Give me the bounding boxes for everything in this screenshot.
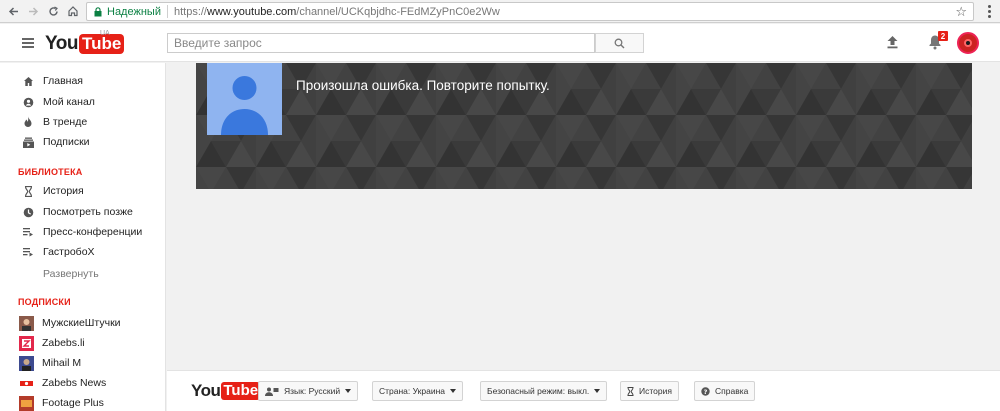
- hourglass-icon: [21, 184, 35, 198]
- search-input[interactable]: Введите запрос: [167, 33, 595, 53]
- region-label: UA: [100, 30, 110, 37]
- sidebar-item-subscription[interactable]: Zabebs News: [0, 373, 166, 393]
- svg-text:?: ?: [704, 388, 708, 396]
- account-avatar[interactable]: [957, 32, 979, 54]
- language-picker-button[interactable]: Язык: Русский: [258, 381, 359, 401]
- default-avatar-icon: [221, 76, 268, 135]
- bookmark-star-icon[interactable]: ☆: [955, 4, 967, 20]
- help-icon: ?: [701, 386, 710, 396]
- search-button[interactable]: [595, 33, 644, 53]
- sidebar-item-subscription[interactable]: Zabebs.li: [0, 333, 166, 353]
- clock-icon: [21, 205, 35, 219]
- chevron-down-icon: [450, 389, 456, 393]
- safety-mode-button[interactable]: Безопасный режим: выкл.: [480, 381, 608, 401]
- channel-avatar: [19, 335, 34, 351]
- sidebar-item-subscription[interactable]: МужскиеШтучки: [0, 313, 166, 333]
- notification-badge: 2: [938, 31, 948, 41]
- home-button[interactable]: [63, 1, 83, 21]
- reload-icon: [48, 5, 58, 16]
- yt-masthead: You Tube UA Введите запрос 2: [0, 24, 1000, 62]
- upload-button[interactable]: [886, 35, 899, 52]
- channel-avatar: [19, 395, 34, 411]
- house-icon: [68, 6, 78, 17]
- channel-avatar-placeholder: [207, 63, 282, 135]
- url-text[interactable]: https://www.youtube.com/channel/UCKqbjdh…: [174, 6, 500, 18]
- guide-menu-icon[interactable]: [22, 38, 34, 48]
- browser-toolbar: Надежный https://www.youtube.com/channel…: [0, 0, 1000, 23]
- language-icon: [265, 387, 279, 396]
- sidebar-item-trending[interactable]: В тренде: [0, 112, 166, 132]
- sidebar-item-subscription[interactable]: Mihail M: [0, 353, 166, 373]
- playlist-icon: [21, 245, 35, 259]
- footer-youtube-logo[interactable]: You Tube: [191, 381, 261, 401]
- sidebar-item-playlist-gastro[interactable]: ГастробоХ: [0, 242, 166, 262]
- chevron-down-icon: [594, 389, 601, 393]
- country-picker-button[interactable]: Страна: Украина: [372, 381, 463, 401]
- arrow-right-icon: [28, 6, 38, 16]
- chevron-down-icon: [345, 389, 352, 393]
- help-button[interactable]: ? Справка: [694, 381, 756, 401]
- sidebar-item-subscription[interactable]: Footage Plus: [0, 393, 166, 411]
- sidebar-item-watch-later[interactable]: Посмотреть позже: [0, 202, 166, 222]
- address-bar[interactable]: Надежный https://www.youtube.com/channel…: [86, 2, 974, 21]
- channel-avatar: [19, 315, 34, 331]
- lock-icon: [91, 6, 105, 17]
- subscriptions-section-title: ПОДПИСКИ: [18, 297, 71, 307]
- forward-button[interactable]: [23, 1, 43, 21]
- error-message: Произошла ошибка. Повторите попытку.: [296, 78, 550, 93]
- youtube-logo[interactable]: You Tube UA: [45, 30, 125, 55]
- sidebar-item-home[interactable]: Главная: [0, 71, 166, 91]
- back-button[interactable]: [3, 1, 23, 21]
- home-icon: [21, 74, 35, 88]
- channel-avatar: [19, 375, 34, 391]
- arrow-left-icon: [8, 6, 18, 16]
- guide-sidebar: Главная Мой канал В тренде Подписки БИБЛ…: [0, 63, 166, 411]
- sidebar-item-history[interactable]: История: [0, 181, 166, 201]
- channel-avatar: [19, 355, 34, 371]
- divider: [166, 5, 168, 18]
- sidebar-item-my-channel[interactable]: Мой канал: [0, 92, 166, 112]
- reload-button[interactable]: [43, 1, 63, 21]
- subscriptions-icon: [21, 135, 35, 149]
- person-icon: [21, 95, 35, 109]
- search-icon: [614, 38, 625, 48]
- secure-label: Надежный: [107, 5, 161, 18]
- hourglass-icon: [627, 386, 634, 396]
- browser-menu-icon[interactable]: [982, 2, 996, 21]
- upload-icon: [887, 36, 898, 49]
- page-footer: You Tube Язык: Русский Страна: Украина Бе…: [167, 370, 1000, 411]
- library-section-title: БИБЛИОТЕКА: [18, 167, 83, 177]
- playlist-icon: [21, 225, 35, 239]
- history-button[interactable]: История: [620, 381, 679, 401]
- sidebar-item-playlist-press[interactable]: Пресс-конференции: [0, 222, 166, 242]
- flame-icon: [21, 115, 35, 129]
- sidebar-item-subscriptions[interactable]: Подписки: [0, 132, 166, 152]
- expand-link[interactable]: Развернуть: [43, 268, 99, 280]
